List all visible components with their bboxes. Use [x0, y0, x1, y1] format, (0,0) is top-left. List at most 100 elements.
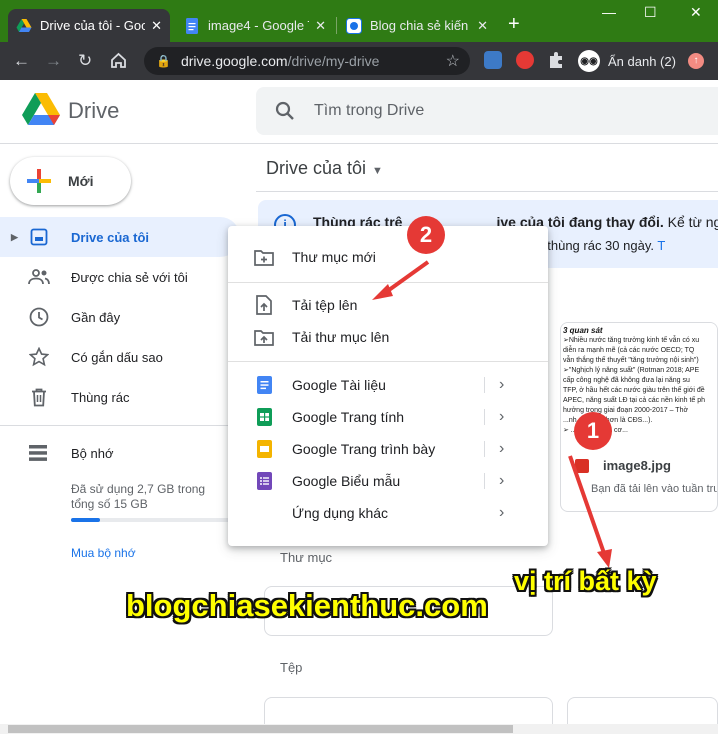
chevron-right-icon[interactable]: › [499, 472, 504, 490]
menu-item-more-apps[interactable]: Ứng dụng khác › [228, 497, 548, 529]
my-drive-icon [28, 226, 50, 248]
incognito-label: Ẩn danh (2) [608, 53, 676, 69]
tab-close-icon[interactable]: ✕ [151, 18, 162, 34]
menu-item-label: Google Trang tính [292, 409, 405, 425]
main-divider [256, 191, 718, 192]
search-icon[interactable] [274, 100, 296, 122]
chevron-right-icon[interactable]: › [499, 408, 504, 426]
submenu-separator [484, 409, 485, 425]
chevron-right-icon[interactable]: › [499, 376, 504, 394]
extension-hand-icon[interactable] [516, 51, 534, 69]
sidebar-item-label: Có gắn dấu sao [71, 349, 163, 365]
blog-favicon-icon [346, 17, 362, 34]
expand-caret-icon[interactable]: ▶ [11, 232, 18, 243]
sidebar-item-recent[interactable]: Gần đây [0, 297, 240, 337]
reload-icon[interactable]: ↻ [78, 51, 92, 71]
page-title-text: Drive của tôi [266, 158, 367, 178]
menu-item-label: Google Tài liệu [292, 377, 386, 393]
banner-title-rest: Kể từ ngày 1 [667, 214, 718, 230]
menu-item-new-folder[interactable]: Thư mục mới [228, 241, 548, 273]
new-tab-button[interactable]: + [508, 13, 520, 36]
submenu-separator [484, 441, 485, 457]
chevron-right-icon[interactable]: › [499, 504, 504, 522]
submenu-separator [484, 377, 485, 393]
sidebar-item-shared[interactable]: Được chia sẻ với tôi [0, 257, 240, 297]
forward-icon[interactable]: → [45, 51, 62, 71]
image-file-icon [575, 458, 589, 473]
incognito-indicator[interactable]: ◉◉ Ẩn danh (2) [578, 47, 676, 75]
thumbnail-line: 3 quan sát [563, 326, 603, 335]
shared-icon [28, 266, 50, 288]
bookmark-star-icon[interactable]: ☆ [446, 51, 460, 71]
extensions-puzzle-icon[interactable] [547, 51, 565, 69]
folder-upload-icon [254, 327, 274, 347]
menu-item-label: Google Trang trình bày [292, 441, 436, 457]
plus-icon [27, 169, 51, 193]
watermark-text: blogchiasekienthuc.com [126, 588, 488, 623]
slides-icon [254, 439, 274, 459]
menu-item-label: Google Biểu mẫu [292, 473, 401, 489]
url-host: drive.google.com [180, 53, 288, 69]
tab-close-icon[interactable]: ✕ [315, 18, 326, 34]
chevron-right-icon[interactable]: › [499, 440, 504, 458]
horizontal-scrollbar[interactable] [0, 724, 718, 734]
incognito-icon: ◉◉ [578, 50, 600, 72]
docs-favicon-icon [186, 17, 198, 34]
docs-icon [254, 375, 274, 395]
menu-item-google-slides[interactable]: Google Trang trình bày › [228, 433, 548, 465]
home-icon[interactable] [110, 52, 127, 69]
file-subtitle: Bạn đã tải lên vào tuần trư [591, 483, 718, 495]
menu-item-folder-upload[interactable]: Tải thư mục lên [228, 321, 548, 353]
sidebar-item-my-drive[interactable]: ▶ Drive của tôi [0, 217, 240, 257]
header-divider [0, 143, 718, 144]
sidebar-item-label: Gần đây [71, 309, 121, 325]
menu-item-google-forms[interactable]: Google Biểu mẫu › [228, 465, 548, 497]
sidebar-item-starred[interactable]: Có gắn dấu sao [0, 337, 240, 377]
update-icon[interactable]: ↑ [688, 53, 704, 69]
storage-label: Bộ nhớ [71, 446, 114, 461]
lock-icon: 🔒 [156, 54, 171, 68]
folders-section-title: Thư mục [280, 550, 333, 565]
buy-storage-link[interactable]: Mua bộ nhớ [71, 546, 136, 560]
sidebar-item-label: Được chia sẻ với tôi [71, 269, 188, 285]
maximize-button[interactable]: ☐ [644, 4, 657, 21]
file-name-row: image8.jpg [575, 458, 671, 473]
menu-item-google-sheets[interactable]: Google Trang tính › [228, 401, 548, 433]
thumbnail-line: TFP, ở hầu hết các nước giàu trên thế gi… [563, 387, 705, 394]
sidebar-item-label: Thùng rác [71, 389, 130, 405]
browser-toolbar: ← → ↻ 🔒 drive.google.com/drive/my-drive … [0, 42, 718, 80]
tab-blog[interactable]: Blog chia sẻ kiến th ✕ [338, 9, 496, 42]
chevron-down-icon: ▼ [372, 165, 383, 177]
extension-a-icon[interactable] [484, 51, 502, 69]
drive-logo-icon [22, 93, 60, 125]
banner-learn-more-link[interactable]: T [657, 238, 665, 253]
storage-icon [29, 445, 47, 461]
tab-drive[interactable]: Drive của tôi - Goo ✕ [8, 9, 170, 42]
tab-close-icon[interactable]: ✕ [477, 18, 488, 34]
scrollbar-thumb[interactable] [8, 725, 513, 733]
sidebar-divider [0, 425, 240, 426]
new-button-label: Mới [68, 173, 94, 189]
menu-item-google-docs[interactable]: Google Tài liệu › [228, 369, 548, 401]
menu-item-file-upload[interactable]: Tải tệp lên [228, 289, 548, 321]
close-window-button[interactable]: ✕ [690, 4, 702, 21]
new-button[interactable]: Mới [10, 157, 131, 205]
thumbnail-line: ➢"Nghịch lý năng suất" (Rotman 2018; APE [563, 367, 700, 374]
page-title[interactable]: Drive của tôi ▼ [266, 158, 383, 179]
tab-image4[interactable]: image4 - Google T ✕ [176, 9, 334, 42]
storage-bar-fill [71, 518, 100, 522]
minimize-button[interactable]: — [602, 4, 616, 20]
thumbnail-line: cấp công nghệ đã không đưa lại năng su [563, 377, 690, 384]
new-folder-icon [254, 247, 274, 267]
back-icon[interactable]: ← [13, 51, 30, 71]
files-section-title: Tệp [280, 660, 303, 675]
thumbnail-line: vẫn thắng thế thuyết "tăng trưởng nội si… [563, 357, 699, 364]
menu-divider [228, 282, 548, 283]
thumbnail-line: APEC, năng suất LĐ tại cả các nền kinh t… [563, 397, 706, 404]
sidebar-item-trash[interactable]: Thùng rác [0, 377, 240, 417]
step-badge-1: 1 [574, 412, 612, 450]
search-bar[interactable]: Tìm trong Drive [256, 87, 718, 135]
address-bar[interactable]: 🔒 drive.google.com/drive/my-drive ☆ [144, 47, 470, 75]
file-upload-icon [254, 295, 274, 315]
menu-divider [228, 361, 548, 362]
